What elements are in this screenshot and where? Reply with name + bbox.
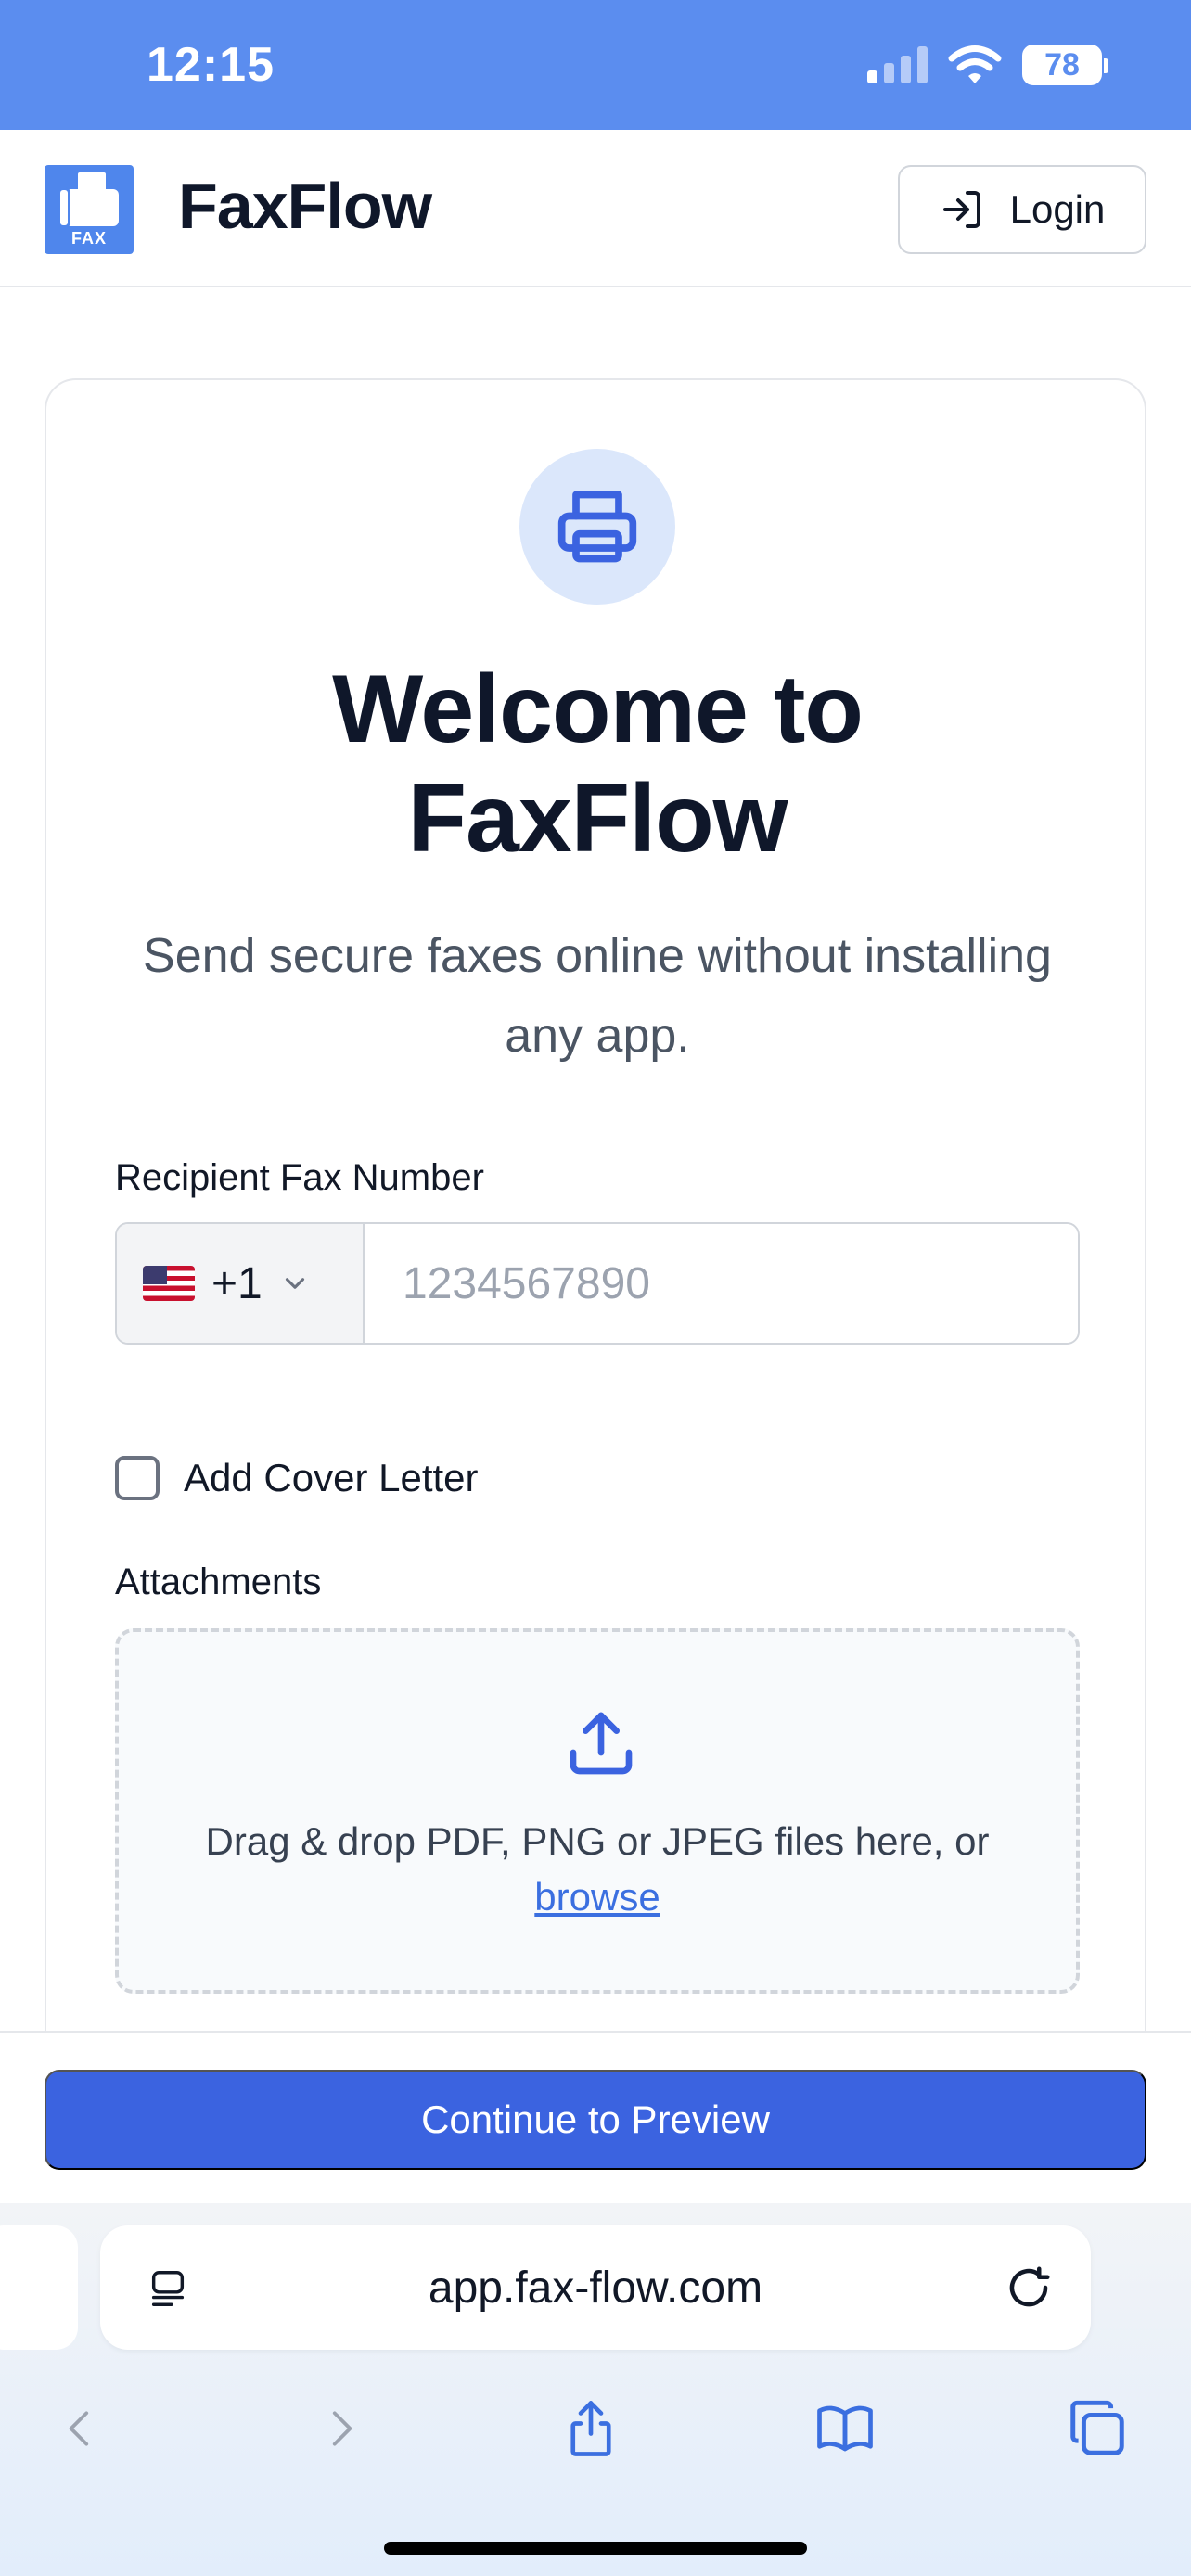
back-button[interactable] xyxy=(39,2387,122,2470)
printer-icon xyxy=(557,491,637,563)
status-bar: 12:15 78 xyxy=(0,0,1191,130)
attachments-label: Attachments xyxy=(115,1562,322,1602)
logo-text: FAX xyxy=(70,229,107,248)
fax-number-input[interactable] xyxy=(365,1224,1078,1343)
battery-icon: 78 xyxy=(1022,45,1108,85)
url-text: app.fax-flow.com xyxy=(428,2263,763,2313)
forward-icon xyxy=(332,2411,352,2446)
page-title: Welcome to FaxFlow xyxy=(332,656,864,873)
country-code-select[interactable]: +1 xyxy=(117,1224,365,1343)
app-header: FAX FaxFlow Login xyxy=(0,130,1191,287)
signal-icon xyxy=(867,46,928,83)
continue-to-preview-button[interactable]: Continue to Preview xyxy=(45,2070,1146,2170)
browser-toolbar: app.fax-flow.com xyxy=(0,2203,1191,2576)
attachments-dropzone[interactable]: Drag & drop PDF, PNG or JPEG files here,… xyxy=(115,1628,1080,1994)
brand-name: FaxFlow xyxy=(178,170,432,242)
main-content: Welcome to FaxFlow Send secure faxes onl… xyxy=(0,287,1191,2140)
chevron-down-icon xyxy=(285,1278,304,1289)
login-label: Login xyxy=(1009,187,1106,231)
page-subtitle: Send secure faxes online without install… xyxy=(143,929,1052,1063)
cover-letter-label[interactable]: Add Cover Letter xyxy=(184,1456,479,1500)
fax-number-label: Recipient Fax Number xyxy=(115,1157,484,1198)
wifi-icon xyxy=(948,45,1002,83)
login-icon xyxy=(942,191,980,228)
us-flag-icon xyxy=(143,1266,195,1301)
fax-logo-icon: FAX xyxy=(45,165,134,254)
back-icon xyxy=(69,2411,89,2446)
bookmarks-icon xyxy=(817,2405,873,2452)
login-button[interactable]: Login xyxy=(898,165,1146,254)
browser-nav xyxy=(0,2387,1191,2498)
bookmarks-button[interactable] xyxy=(803,2387,887,2470)
browse-link[interactable]: browse xyxy=(534,1875,660,1919)
previous-tab-stub[interactable] xyxy=(0,2225,78,2350)
welcome-card: Welcome to FaxFlow Send secure faxes onl… xyxy=(45,378,1146,2140)
home-indicator xyxy=(384,2542,807,2555)
reload-icon[interactable] xyxy=(1004,2263,1054,2313)
status-time: 12:15 xyxy=(147,38,275,92)
dropzone-text: Drag & drop PDF, PNG or JPEG files here,… xyxy=(205,1819,990,1919)
cover-letter-checkbox[interactable] xyxy=(115,1456,160,1500)
address-bar[interactable]: app.fax-flow.com xyxy=(100,2225,1091,2350)
share-button[interactable] xyxy=(549,2387,633,2470)
country-code: +1 xyxy=(211,1258,263,1308)
action-bar: Continue to Preview xyxy=(0,2031,1191,2203)
fax-number-field: +1 xyxy=(115,1222,1080,1345)
hero-icon-circle xyxy=(519,449,675,605)
forward-button[interactable] xyxy=(299,2387,382,2470)
share-icon xyxy=(570,2401,611,2456)
tabs-button[interactable] xyxy=(1056,2387,1139,2470)
cover-letter-row: Add Cover Letter xyxy=(115,1456,479,1500)
status-icons: 78 xyxy=(867,45,1108,85)
tabs-icon xyxy=(1070,2400,1124,2455)
upload-icon xyxy=(570,1712,633,1775)
